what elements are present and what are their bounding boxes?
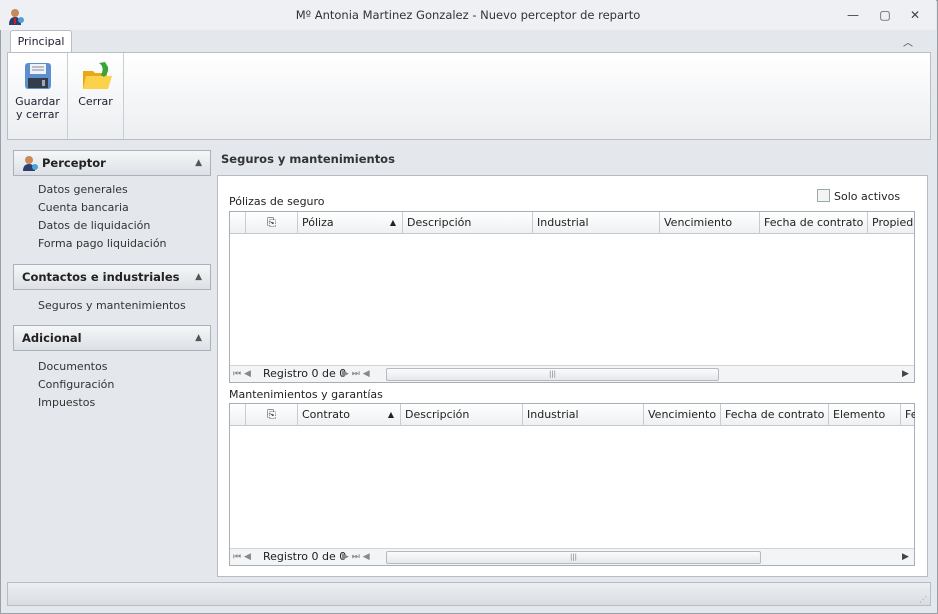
column-fecha-contrato[interactable]: Fecha de contrato: [721, 404, 829, 426]
ribbon: Guardar y cerrar Cerrar: [7, 52, 931, 140]
sort-asc-icon: ▲: [387, 410, 394, 419]
sidebar-item-cuenta-bancaria[interactable]: Cuenta bancaria: [38, 201, 129, 214]
column-contrato[interactable]: Contrato ▲: [298, 404, 401, 426]
app-user-icon: [8, 6, 24, 25]
grid-navigator: ⏮ ◀ Registro 0 de 0 ▶ ⏭ ◀ ||| ▶: [230, 365, 914, 382]
close-button[interactable]: ✕: [906, 7, 924, 23]
group-contactos-header[interactable]: Contactos e industriales ▲: [13, 264, 211, 290]
save-label-1: Guardar: [15, 95, 60, 108]
title-bar: Mº Antonia Martinez Gonzalez - Nuevo per…: [0, 0, 936, 30]
column-poliza[interactable]: Póliza ▲: [298, 212, 403, 234]
content-title: Seguros y mantenimientos: [221, 152, 395, 166]
paperclip-icon[interactable]: ⎘: [246, 212, 298, 234]
sidebar-item-configuracion[interactable]: Configuración: [38, 378, 114, 391]
group-title: Contactos e industriales: [22, 270, 180, 284]
grid-header: ⎘ Contrato ▲ Descripción Industrial Venci…: [230, 404, 915, 426]
close-form-button[interactable]: Cerrar: [68, 53, 124, 139]
column-descripcion[interactable]: Descripción: [403, 212, 533, 234]
column-propiedad[interactable]: Propieda: [868, 212, 914, 234]
nav-first-prev-icons[interactable]: ⏮ ◀: [233, 549, 251, 565]
column-vencimiento[interactable]: Vencimiento: [660, 212, 760, 234]
sort-asc-icon: ▲: [389, 218, 396, 227]
column-fecha-contrato[interactable]: Fecha de contrato: [760, 212, 868, 234]
mantenimientos-grid: ⎘ Contrato ▲ Descripción Industrial Venci…: [229, 403, 915, 566]
resize-grip-icon[interactable]: ⋰: [919, 595, 927, 604]
collapse-ribbon-button[interactable]: ︿: [903, 34, 913, 49]
window-title: Mº Antonia Martinez Gonzalez - Nuevo per…: [295, 8, 641, 22]
solo-activos-label: Solo activos: [834, 190, 901, 203]
floppy-disk-icon: [23, 61, 53, 91]
sidebar-item-datos-liquidacion[interactable]: Datos de liquidación: [38, 219, 150, 232]
column-label: Contrato: [302, 408, 351, 421]
column-industrial[interactable]: Industrial: [523, 404, 644, 426]
grid-navigator: ⏮ ◀ Registro 0 de 0 ▶ ⏭ ◀ ||| ▶: [230, 548, 914, 565]
minimize-button[interactable]: —: [844, 7, 862, 23]
scroll-right-icon[interactable]: ▶: [902, 366, 909, 382]
save-and-close-button[interactable]: Guardar y cerrar: [8, 53, 68, 139]
polizas-label: Pólizas de seguro: [229, 195, 325, 208]
sidebar-item-datos-generales[interactable]: Datos generales: [38, 183, 128, 196]
nav-next-last-icons[interactable]: ▶ ⏭ ◀: [342, 549, 370, 565]
mantenimientos-label: Mantenimientos y garantías: [229, 388, 383, 401]
nav-first-prev-icons[interactable]: ⏮ ◀: [233, 366, 251, 382]
column-label: Póliza: [302, 216, 334, 229]
sidebar-item-documentos[interactable]: Documentos: [38, 360, 107, 373]
record-counter: Registro 0 de 0: [263, 550, 347, 563]
group-title: Adicional: [22, 331, 82, 345]
column-descripcion[interactable]: Descripción: [401, 404, 523, 426]
column-elemento[interactable]: Elemento: [829, 404, 901, 426]
column-fe[interactable]: Fe: [901, 404, 915, 426]
horizontal-scrollbar-thumb[interactable]: |||: [386, 551, 761, 564]
chevron-up-icon: ▲: [195, 158, 202, 168]
column-industrial[interactable]: Industrial: [533, 212, 660, 234]
scroll-right-icon[interactable]: ▶: [902, 549, 909, 565]
sidebar: Perceptor ▲ Datos generales Cuenta bancar…: [10, 146, 214, 577]
tab-principal[interactable]: Principal: [10, 30, 72, 53]
folder-arrow-icon: [81, 61, 112, 91]
status-bar: ⋰: [7, 582, 931, 606]
solo-activos-checkbox[interactable]: [817, 189, 830, 202]
sidebar-item-impuestos[interactable]: Impuestos: [38, 396, 95, 409]
close-label: Cerrar: [78, 95, 113, 108]
chevron-up-icon: ▲: [195, 272, 202, 282]
paperclip-icon[interactable]: ⎘: [246, 404, 298, 426]
row-indicator-header: [230, 404, 246, 426]
group-perceptor-header[interactable]: Perceptor ▲: [13, 150, 211, 176]
polizas-grid: ⎘ Póliza ▲ Descripción Industrial Vencimi…: [229, 211, 915, 383]
group-title: Perceptor: [42, 156, 106, 170]
sidebar-item-seguros[interactable]: Seguros y mantenimientos: [38, 299, 186, 312]
user-icon: [22, 155, 38, 179]
grid-header: ⎘ Póliza ▲ Descripción Industrial Vencimi…: [230, 212, 914, 234]
maximize-button[interactable]: ▢: [876, 7, 894, 23]
record-counter: Registro 0 de 0: [263, 367, 347, 380]
nav-next-last-icons[interactable]: ▶ ⏭ ◀: [342, 366, 370, 382]
save-label-2: y cerrar: [16, 108, 59, 121]
sidebar-item-forma-pago[interactable]: Forma pago liquidación: [38, 237, 167, 250]
chevron-up-icon: ▲: [195, 333, 202, 343]
column-vencimiento[interactable]: Vencimiento: [644, 404, 721, 426]
horizontal-scrollbar-thumb[interactable]: |||: [386, 368, 719, 381]
group-adicional-header[interactable]: Adicional ▲: [13, 325, 211, 351]
row-indicator-header: [230, 212, 246, 234]
